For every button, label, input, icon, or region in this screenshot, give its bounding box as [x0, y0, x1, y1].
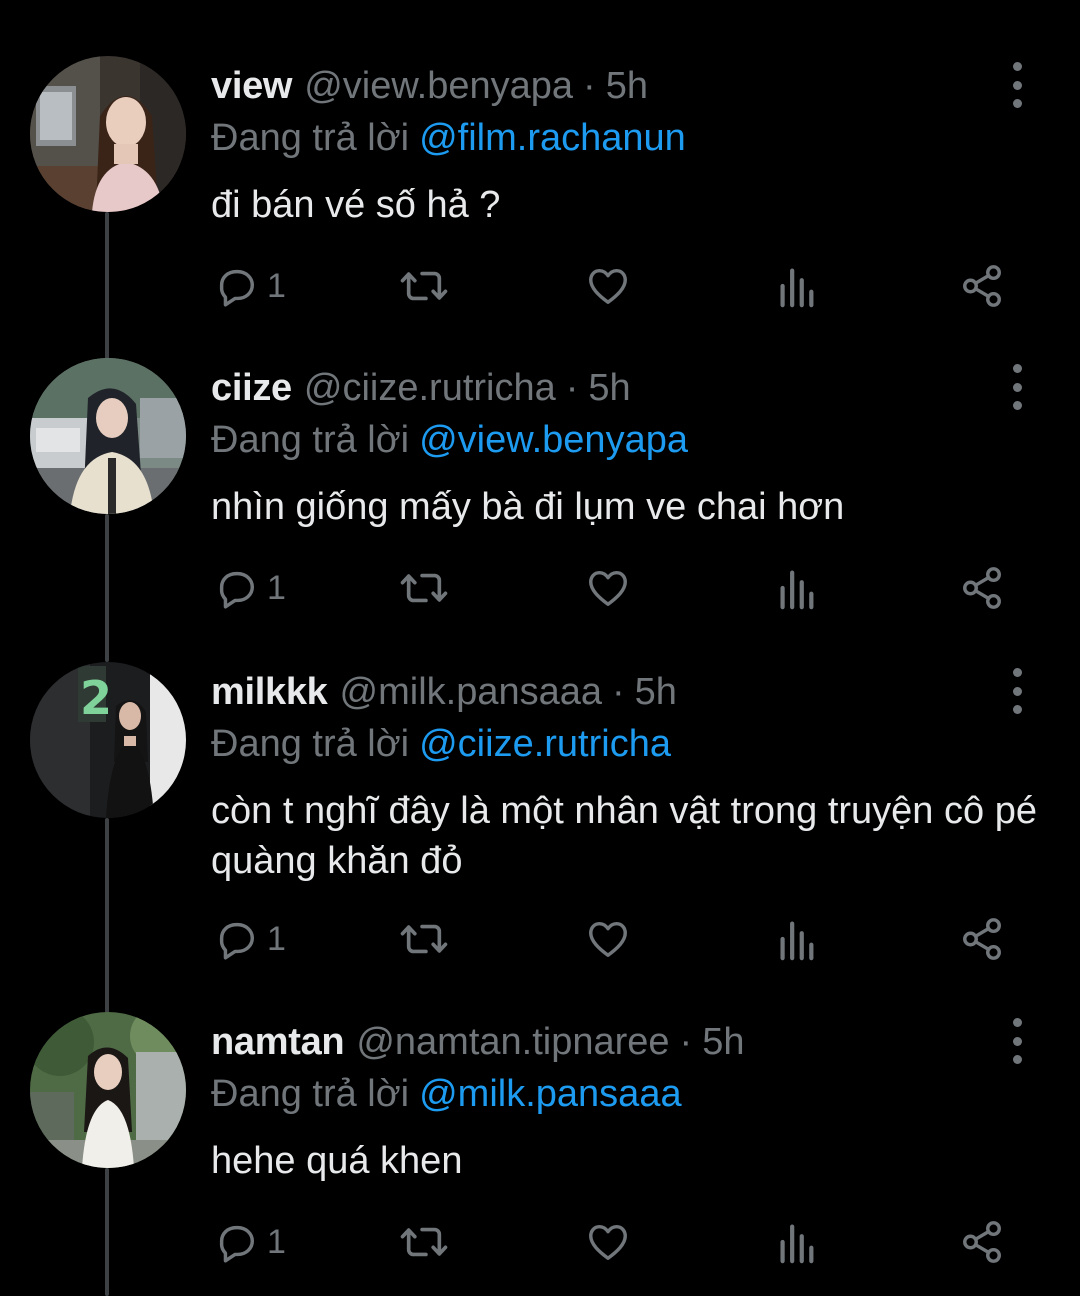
timestamp[interactable]: 5h	[702, 1018, 744, 1066]
reply-count: 1	[267, 267, 286, 305]
share-button[interactable]	[958, 1217, 1006, 1267]
share-button[interactable]	[958, 563, 1006, 613]
reply-count: 1	[267, 569, 286, 607]
more-options-icon[interactable]	[1000, 62, 1034, 108]
more-options-icon[interactable]	[1000, 1018, 1034, 1064]
mention-link[interactable]: @milk.pansaaa	[419, 1073, 681, 1115]
user-handle[interactable]: @milk.pansaaa	[340, 668, 602, 716]
more-options-icon[interactable]	[1000, 668, 1034, 714]
like-button[interactable]	[584, 1217, 632, 1267]
avatar[interactable]	[30, 56, 186, 212]
user-handle[interactable]: @view.benyapa	[304, 62, 573, 110]
views-icon	[780, 570, 814, 610]
timestamp[interactable]: 5h	[588, 364, 630, 412]
user-handle[interactable]: @ciize.rutricha	[304, 364, 556, 412]
views-button[interactable]	[774, 563, 818, 613]
tweet-actions: 1	[0, 914, 1080, 964]
tweet-header: view @view.benyapa · 5h	[211, 62, 648, 110]
separator-dot: ·	[612, 671, 625, 713]
replying-to: Đang trả lời @ciize.rutricha	[211, 720, 671, 768]
retweet-button[interactable]	[398, 563, 450, 613]
retweet-icon	[400, 1227, 448, 1257]
replying-to-label: Đang trả lời	[211, 419, 410, 461]
like-button[interactable]	[584, 914, 632, 964]
tweet[interactable]: 2 milkkk @milk.pansaaa · 5h Đang trả lời…	[0, 662, 1080, 992]
avatar[interactable]: 2	[30, 662, 186, 818]
reply-button[interactable]: 1	[213, 914, 286, 964]
replying-to: Đang trả lời @film.rachanun	[211, 114, 686, 162]
tweet-header: milkkk @milk.pansaaa · 5h	[211, 668, 677, 716]
replying-to: Đang trả lời @view.benyapa	[211, 416, 688, 464]
retweet-icon	[400, 924, 448, 954]
heart-icon	[589, 921, 627, 958]
views-button[interactable]	[774, 261, 818, 311]
mention-link[interactable]: @ciize.rutricha	[419, 723, 671, 765]
tweet-text: đi bán vé số hả ?	[211, 184, 501, 226]
avatar[interactable]	[30, 358, 186, 514]
reply-button[interactable]: 1	[213, 261, 286, 311]
tweet-actions: 1	[0, 261, 1080, 311]
replying-to-label: Đang trả lời	[211, 723, 410, 765]
retweet-icon	[400, 573, 448, 603]
tweet-text: hehe quá khen	[211, 1140, 463, 1182]
tweet-text: nhìn giống mấy bà đi lụm ve chai hơn	[211, 486, 845, 528]
reply-icon	[219, 1225, 255, 1263]
avatar[interactable]	[30, 1012, 186, 1168]
display-name[interactable]: ciize	[211, 364, 292, 412]
timestamp[interactable]: 5h	[606, 62, 648, 110]
retweet-button[interactable]	[398, 914, 450, 964]
retweet-button[interactable]	[398, 1217, 450, 1267]
replying-to-label: Đang trả lời	[211, 1073, 410, 1115]
reply-count: 1	[267, 920, 286, 958]
views-button[interactable]	[774, 1217, 818, 1267]
tweet[interactable]: view @view.benyapa · 5h Đang trả lời @fil…	[0, 56, 1080, 336]
timestamp[interactable]: 5h	[635, 668, 677, 716]
tweet-header: namtan @namtan.tipnaree · 5h	[211, 1018, 744, 1066]
retweet-button[interactable]	[398, 261, 450, 311]
views-icon	[780, 1224, 814, 1264]
like-button[interactable]	[584, 563, 632, 613]
share-icon	[963, 1221, 1001, 1263]
share-icon	[963, 265, 1001, 307]
separator-dot: ·	[565, 367, 579, 409]
more-options-icon[interactable]	[1000, 364, 1034, 410]
separator-dot: ·	[583, 65, 596, 107]
share-button[interactable]	[958, 914, 1006, 964]
heart-icon	[589, 1224, 627, 1261]
reply-icon	[219, 269, 255, 307]
tweet[interactable]: namtan @namtan.tipnaree · 5h Đang trả lờ…	[0, 1012, 1080, 1296]
reply-thread: view @view.benyapa · 5h Đang trả lời @fil…	[0, 0, 1080, 1296]
reply-icon	[219, 571, 255, 609]
reply-icon	[219, 922, 255, 960]
svg-text:2: 2	[80, 671, 112, 725]
mention-link[interactable]: @film.rachanun	[419, 117, 686, 159]
views-icon	[780, 268, 814, 308]
reply-button[interactable]: 1	[213, 563, 286, 613]
replying-to: Đang trả lời @milk.pansaaa	[211, 1070, 682, 1118]
share-button[interactable]	[958, 261, 1006, 311]
heart-icon	[589, 268, 627, 305]
reply-button[interactable]: 1	[213, 1217, 286, 1267]
retweet-icon	[400, 271, 448, 301]
tweet-actions: 1	[0, 563, 1080, 613]
user-handle[interactable]: @namtan.tipnaree	[356, 1018, 669, 1066]
tweet-header: ciize @ciize.rutricha · 5h	[211, 364, 631, 412]
views-icon	[780, 921, 814, 961]
share-icon	[963, 567, 1001, 609]
replying-to-label: Đang trả lời	[211, 117, 410, 159]
tweet-actions: 1	[0, 1217, 1080, 1267]
like-button[interactable]	[584, 261, 632, 311]
display-name[interactable]: namtan	[211, 1018, 345, 1066]
mention-link[interactable]: @view.benyapa	[419, 419, 688, 461]
tweet-text: còn t nghĩ đây là một nhân vật trong tru…	[211, 790, 1037, 882]
views-button[interactable]	[774, 914, 818, 964]
reply-count: 1	[267, 1223, 286, 1261]
separator-dot: ·	[679, 1021, 693, 1063]
heart-icon	[589, 570, 627, 607]
display-name[interactable]: view	[211, 62, 292, 110]
display-name[interactable]: milkkk	[211, 668, 328, 716]
share-icon	[963, 918, 1001, 960]
tweet[interactable]: ciize @ciize.rutricha · 5h Đang trả lời @…	[0, 358, 1080, 638]
